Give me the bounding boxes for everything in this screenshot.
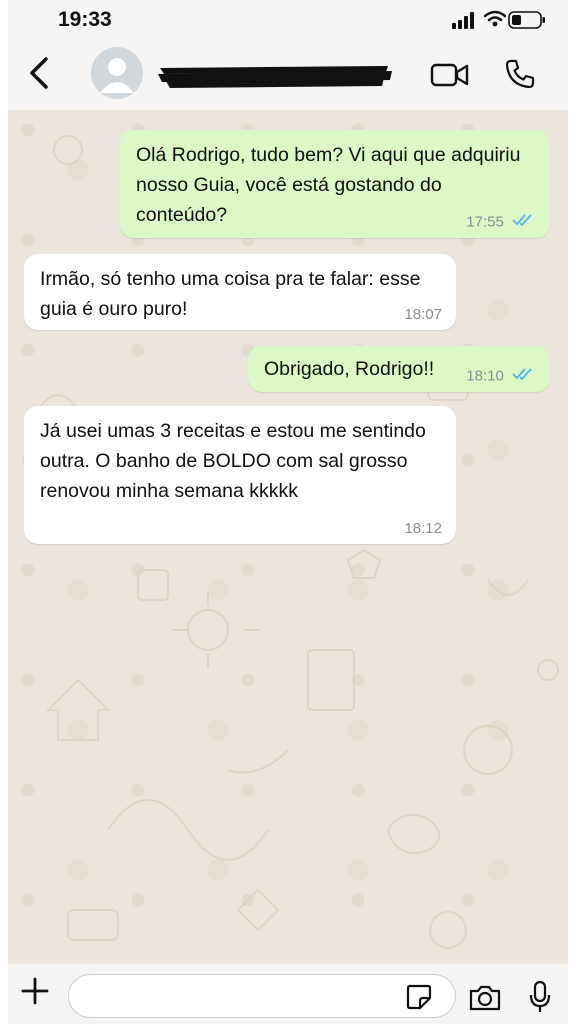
redacted-contact-name — [158, 66, 392, 88]
message-composer-bar — [8, 964, 568, 1024]
message-meta: 17:55 — [466, 213, 536, 232]
message-text: Irmão, só tenho uma coisa pra te falar: … — [40, 268, 421, 320]
double-check-icon — [512, 367, 536, 386]
message-bubble-outgoing[interactable]: Olá Rodrigo, tudo bem? Vi aqui que adqui… — [120, 130, 550, 238]
double-check-icon — [512, 213, 536, 232]
message-time: 18:07 — [404, 306, 442, 323]
message-time: 18:12 — [404, 520, 442, 537]
avatar-icon — [100, 58, 134, 93]
message-time: 17:55 — [466, 213, 504, 231]
message-meta: 18:12 — [404, 520, 442, 538]
battery-icon — [508, 10, 546, 35]
message-time: 18:10 — [466, 367, 504, 385]
status-bar: 19:33 — [8, 0, 568, 44]
message-meta: 18:07 — [404, 306, 442, 324]
video-call-icon[interactable] — [430, 60, 470, 95]
message-bubble-incoming[interactable]: Já usei umas 3 receitas e estou me senti… — [24, 406, 456, 544]
app-frame: 19:33 Olá Rodrigo, tudo bem? Vi aqui que… — [8, 0, 568, 1024]
wifi-icon — [483, 10, 507, 33]
message-input[interactable] — [68, 974, 456, 1018]
camera-icon[interactable] — [468, 984, 502, 1017]
message-bubble-outgoing[interactable]: Obrigado, Rodrigo!! 18:10 — [248, 346, 550, 392]
chat-area[interactable]: Olá Rodrigo, tudo bem? Vi aqui que adqui… — [8, 110, 568, 964]
avatar[interactable] — [91, 47, 143, 99]
back-chevron-icon[interactable] — [26, 56, 52, 95]
message-text: Já usei umas 3 receitas e estou me senti… — [40, 420, 426, 502]
signal-icon — [452, 12, 476, 35]
plus-icon[interactable] — [20, 976, 50, 1011]
status-time: 19:33 — [58, 8, 112, 31]
phone-call-icon[interactable] — [504, 58, 536, 95]
microphone-icon[interactable] — [528, 980, 552, 1019]
sticker-icon[interactable] — [406, 984, 432, 1015]
chat-header — [8, 44, 568, 110]
message-meta: 18:10 — [466, 367, 536, 386]
message-bubble-incoming[interactable]: Irmão, só tenho uma coisa pra te falar: … — [24, 254, 456, 330]
